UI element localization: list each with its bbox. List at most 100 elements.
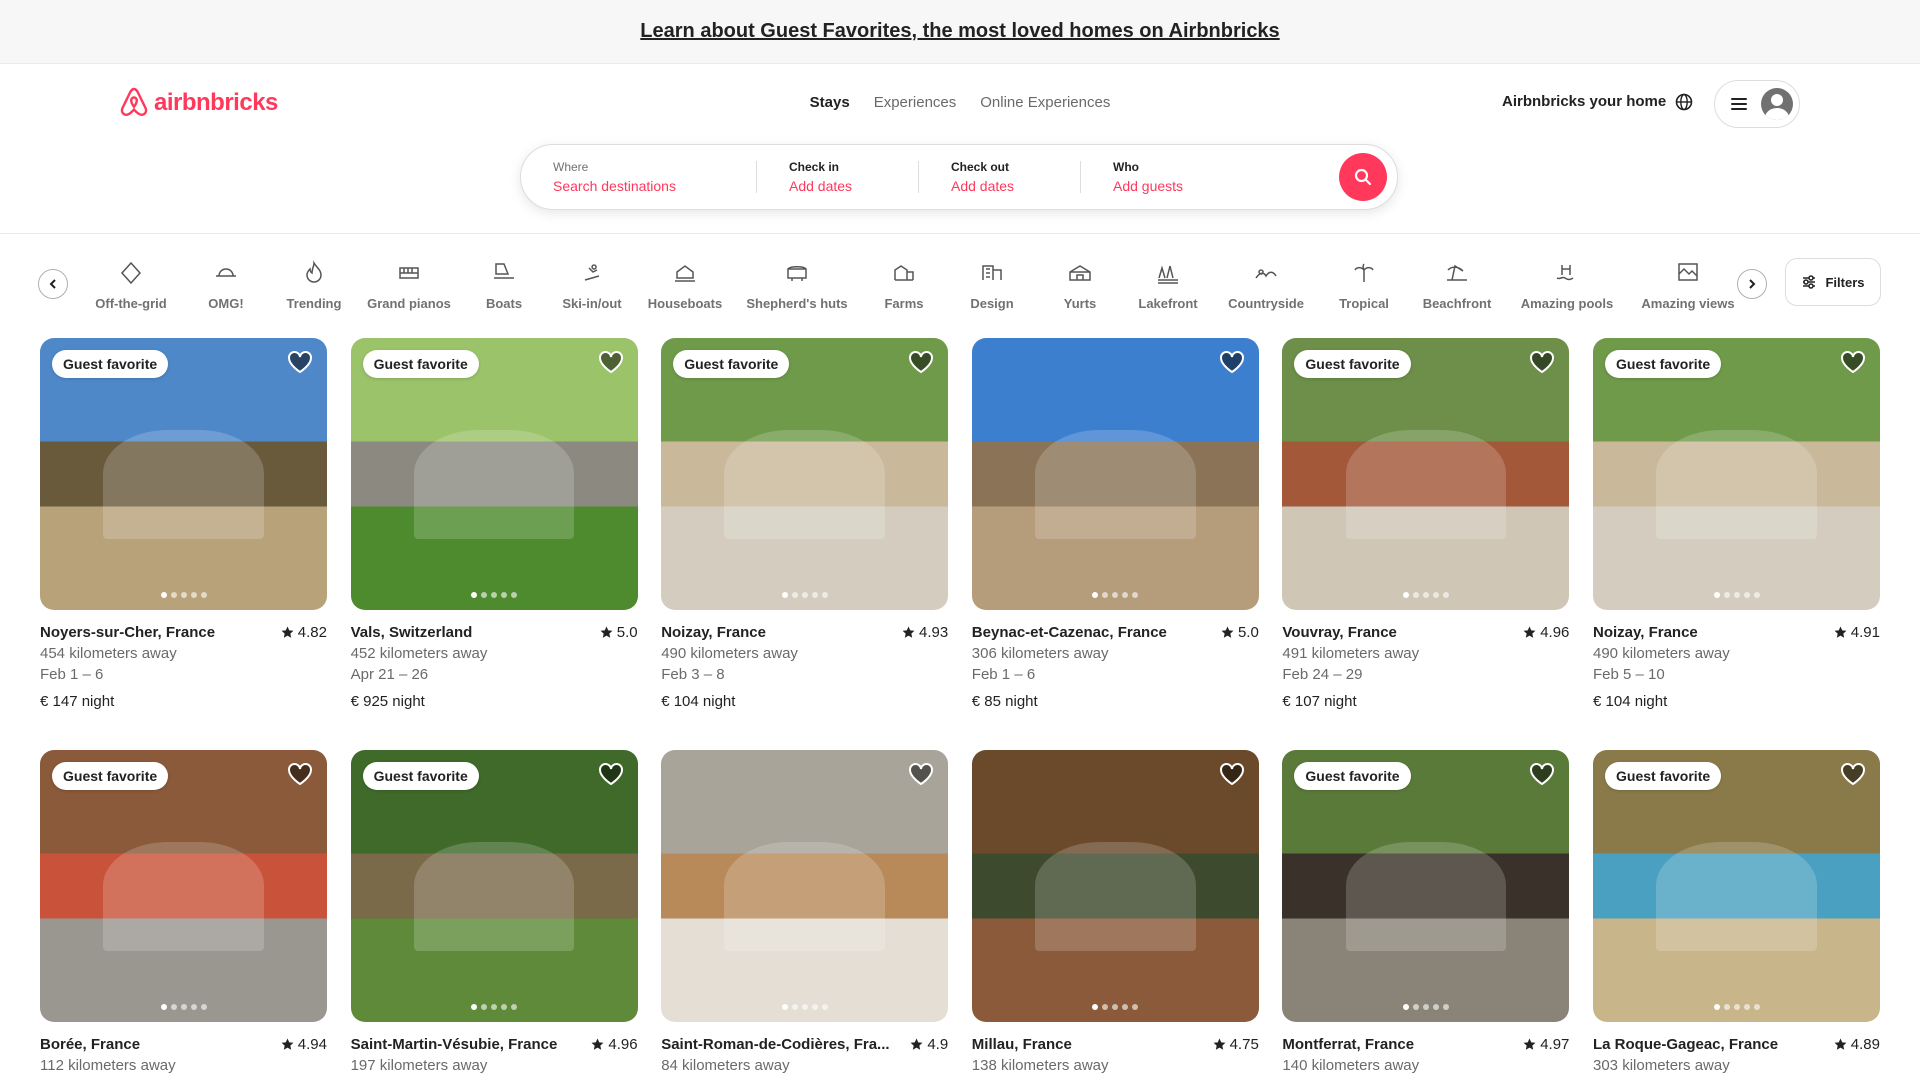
- heart-icon[interactable]: [1840, 350, 1866, 374]
- listing-photo[interactable]: Guest favorite: [1593, 750, 1880, 1022]
- listing-photo[interactable]: [971, 338, 1259, 610]
- heart-icon[interactable]: [1840, 762, 1866, 786]
- heart-icon[interactable]: [1529, 350, 1555, 374]
- tab-online-experiences[interactable]: Online Experiences: [980, 94, 1110, 111]
- listing-card[interactable]: Guest favorite Borée, France 4.94 112 kilom…: [40, 750, 327, 1076]
- listing-photo[interactable]: Guest favorite: [40, 338, 327, 610]
- listing-photo[interactable]: [971, 750, 1259, 1022]
- checkin-field[interactable]: Check in Add dates: [757, 145, 918, 209]
- photo-scene: [724, 430, 886, 540]
- category-amazing-views[interactable]: Amazing views: [1628, 254, 1738, 314]
- host-link[interactable]: Airbnbricks your home: [1502, 93, 1666, 110]
- site-header: airbnbricks Stays Experiences Online Exp…: [0, 64, 1920, 234]
- where-field[interactable]: Where Search destinations: [521, 145, 756, 209]
- category-countryside[interactable]: Countryside: [1212, 254, 1320, 314]
- search-button[interactable]: [1339, 153, 1387, 201]
- listing-distance: 454 kilometers away: [40, 645, 177, 662]
- listing-photo[interactable]: Guest favorite: [40, 750, 327, 1022]
- category-design[interactable]: Design: [948, 254, 1036, 314]
- category-yurts[interactable]: Yurts: [1036, 254, 1124, 314]
- category-tropical[interactable]: Tropical: [1320, 254, 1408, 314]
- listing-price: € 147 night: [40, 693, 115, 710]
- heart-icon[interactable]: [908, 762, 934, 786]
- carousel-dots: [1092, 1004, 1139, 1010]
- where-input[interactable]: Search destinations: [553, 178, 756, 194]
- listing-photo[interactable]: Guest favorite: [661, 338, 949, 610]
- listing-price: € 925 night: [350, 693, 425, 710]
- listing-info: Millau, France 4.75 138 kilometers away: [972, 1034, 1259, 1076]
- filters-button[interactable]: Filters: [1785, 258, 1881, 306]
- listing-location: Saint-Martin-Vésubie, France: [350, 1036, 558, 1053]
- listing-rating: 4.96: [1523, 622, 1569, 643]
- checkout-label: Check out: [951, 160, 1010, 174]
- carousel-dots: [781, 1004, 828, 1010]
- star-icon: [1834, 1038, 1847, 1050]
- category-farms[interactable]: Farms: [860, 254, 948, 314]
- listing-photo[interactable]: Guest favorite: [350, 338, 638, 610]
- who-field[interactable]: Who Add guests: [1081, 145, 1311, 209]
- listing-card[interactable]: Millau, France 4.75 138 kilometers away: [971, 750, 1259, 1076]
- category-prev-button[interactable]: [38, 269, 68, 299]
- listing-card[interactable]: Guest favorite Saint-Martin-Vésubie, Fran…: [350, 750, 638, 1076]
- category-shepherd-s-huts[interactable]: Shepherd's huts: [734, 254, 860, 314]
- listing-distance: 140 kilometers away: [1282, 1057, 1420, 1074]
- category-trending[interactable]: Trending: [270, 254, 358, 314]
- globe-icon[interactable]: [1674, 92, 1694, 112]
- listing-card[interactable]: Guest favorite Vouvray, France 4.96 491 kil…: [1282, 338, 1570, 712]
- user-menu-button[interactable]: [1714, 80, 1800, 128]
- heart-icon[interactable]: [1219, 350, 1245, 374]
- heart-icon[interactable]: [1219, 762, 1245, 786]
- listing-info: Montferrat, France 4.97 140 kilometers awa…: [1282, 1034, 1569, 1076]
- listing-photo[interactable]: Guest favorite: [1282, 750, 1570, 1022]
- heart-icon[interactable]: [598, 350, 624, 374]
- category-grand-pianos[interactable]: Grand pianos: [358, 254, 460, 314]
- category-amazing-pools[interactable]: Amazing pools: [1506, 254, 1628, 314]
- heart-icon[interactable]: [598, 762, 624, 786]
- houseboat-icon: [675, 265, 695, 282]
- listing-location: Vouvray, France: [1282, 624, 1397, 641]
- listing-photo[interactable]: Guest favorite: [1593, 338, 1880, 610]
- listing-card[interactable]: Beynac-et-Cazenac, France 5.0 306 kilomete…: [971, 338, 1259, 712]
- photo-scene: [103, 842, 264, 952]
- listing-photo[interactable]: Guest favorite: [350, 750, 638, 1022]
- checkout-field[interactable]: Check out Add dates: [919, 145, 1080, 209]
- guest-favorite-badge: Guest favorite: [1605, 762, 1722, 790]
- category-boats[interactable]: Boats: [460, 254, 548, 314]
- category-houseboats[interactable]: Houseboats: [636, 254, 734, 314]
- countryside-icon: [1255, 269, 1277, 279]
- category-ski-in-out[interactable]: Ski-in/out: [548, 254, 636, 314]
- listing-rating: 4.91: [1834, 622, 1880, 643]
- category-label: OMG!: [208, 296, 244, 311]
- listing-dates: Feb 24 – 29: [1282, 666, 1363, 683]
- listing-card[interactable]: Guest favorite Vals, Switzerland 5.0 452 ki…: [350, 338, 638, 712]
- heart-icon[interactable]: [287, 762, 313, 786]
- tab-stays[interactable]: Stays: [810, 94, 850, 111]
- listing-card[interactable]: Guest favorite Noizay, France 4.93 490 kilo…: [661, 338, 949, 712]
- star-icon: [1213, 1038, 1226, 1050]
- listing-card[interactable]: Saint-Roman-de-Codières, Fra... 4.9 84 kil…: [661, 750, 949, 1076]
- listing-distance: 84 kilometers away: [661, 1057, 790, 1074]
- category-off-the-grid[interactable]: Off-the-grid: [80, 254, 182, 314]
- listing-price: € 107 night: [1282, 693, 1357, 710]
- heart-icon[interactable]: [1529, 762, 1555, 786]
- category-omg[interactable]: OMG!: [182, 254, 270, 314]
- listing-card[interactable]: Guest favorite Montferrat, France 4.97 140 …: [1282, 750, 1570, 1076]
- tab-experiences[interactable]: Experiences: [874, 94, 957, 111]
- guest-favorites-link[interactable]: Learn about Guest Favorites, the most lo…: [640, 20, 1279, 43]
- avatar-icon: [1761, 88, 1793, 120]
- category-lakefront[interactable]: Lakefront: [1124, 254, 1212, 314]
- heart-icon[interactable]: [908, 350, 934, 374]
- listing-info: Saint-Roman-de-Codières, Fra... 4.9 84 kil…: [661, 1034, 948, 1076]
- listing-distance: 490 kilometers away: [1593, 645, 1730, 662]
- guest-favorite-badge: Guest favorite: [1605, 350, 1722, 378]
- listing-card[interactable]: Guest favorite Noizay, France 4.91 490 kilo…: [1593, 338, 1880, 712]
- menu-icon: [1731, 98, 1747, 110]
- category-next-button[interactable]: [1737, 269, 1767, 299]
- category-label: Off-the-grid: [95, 296, 167, 311]
- listing-photo[interactable]: Guest favorite: [1282, 338, 1570, 610]
- heart-icon[interactable]: [287, 350, 313, 374]
- listing-photo[interactable]: [661, 750, 949, 1022]
- category-beachfront[interactable]: Beachfront: [1408, 254, 1506, 314]
- listing-card[interactable]: Guest favorite Noyers-sur-Cher, France 4.8…: [40, 338, 327, 712]
- listing-card[interactable]: Guest favorite La Roque-Gageac, France 4.8…: [1593, 750, 1880, 1076]
